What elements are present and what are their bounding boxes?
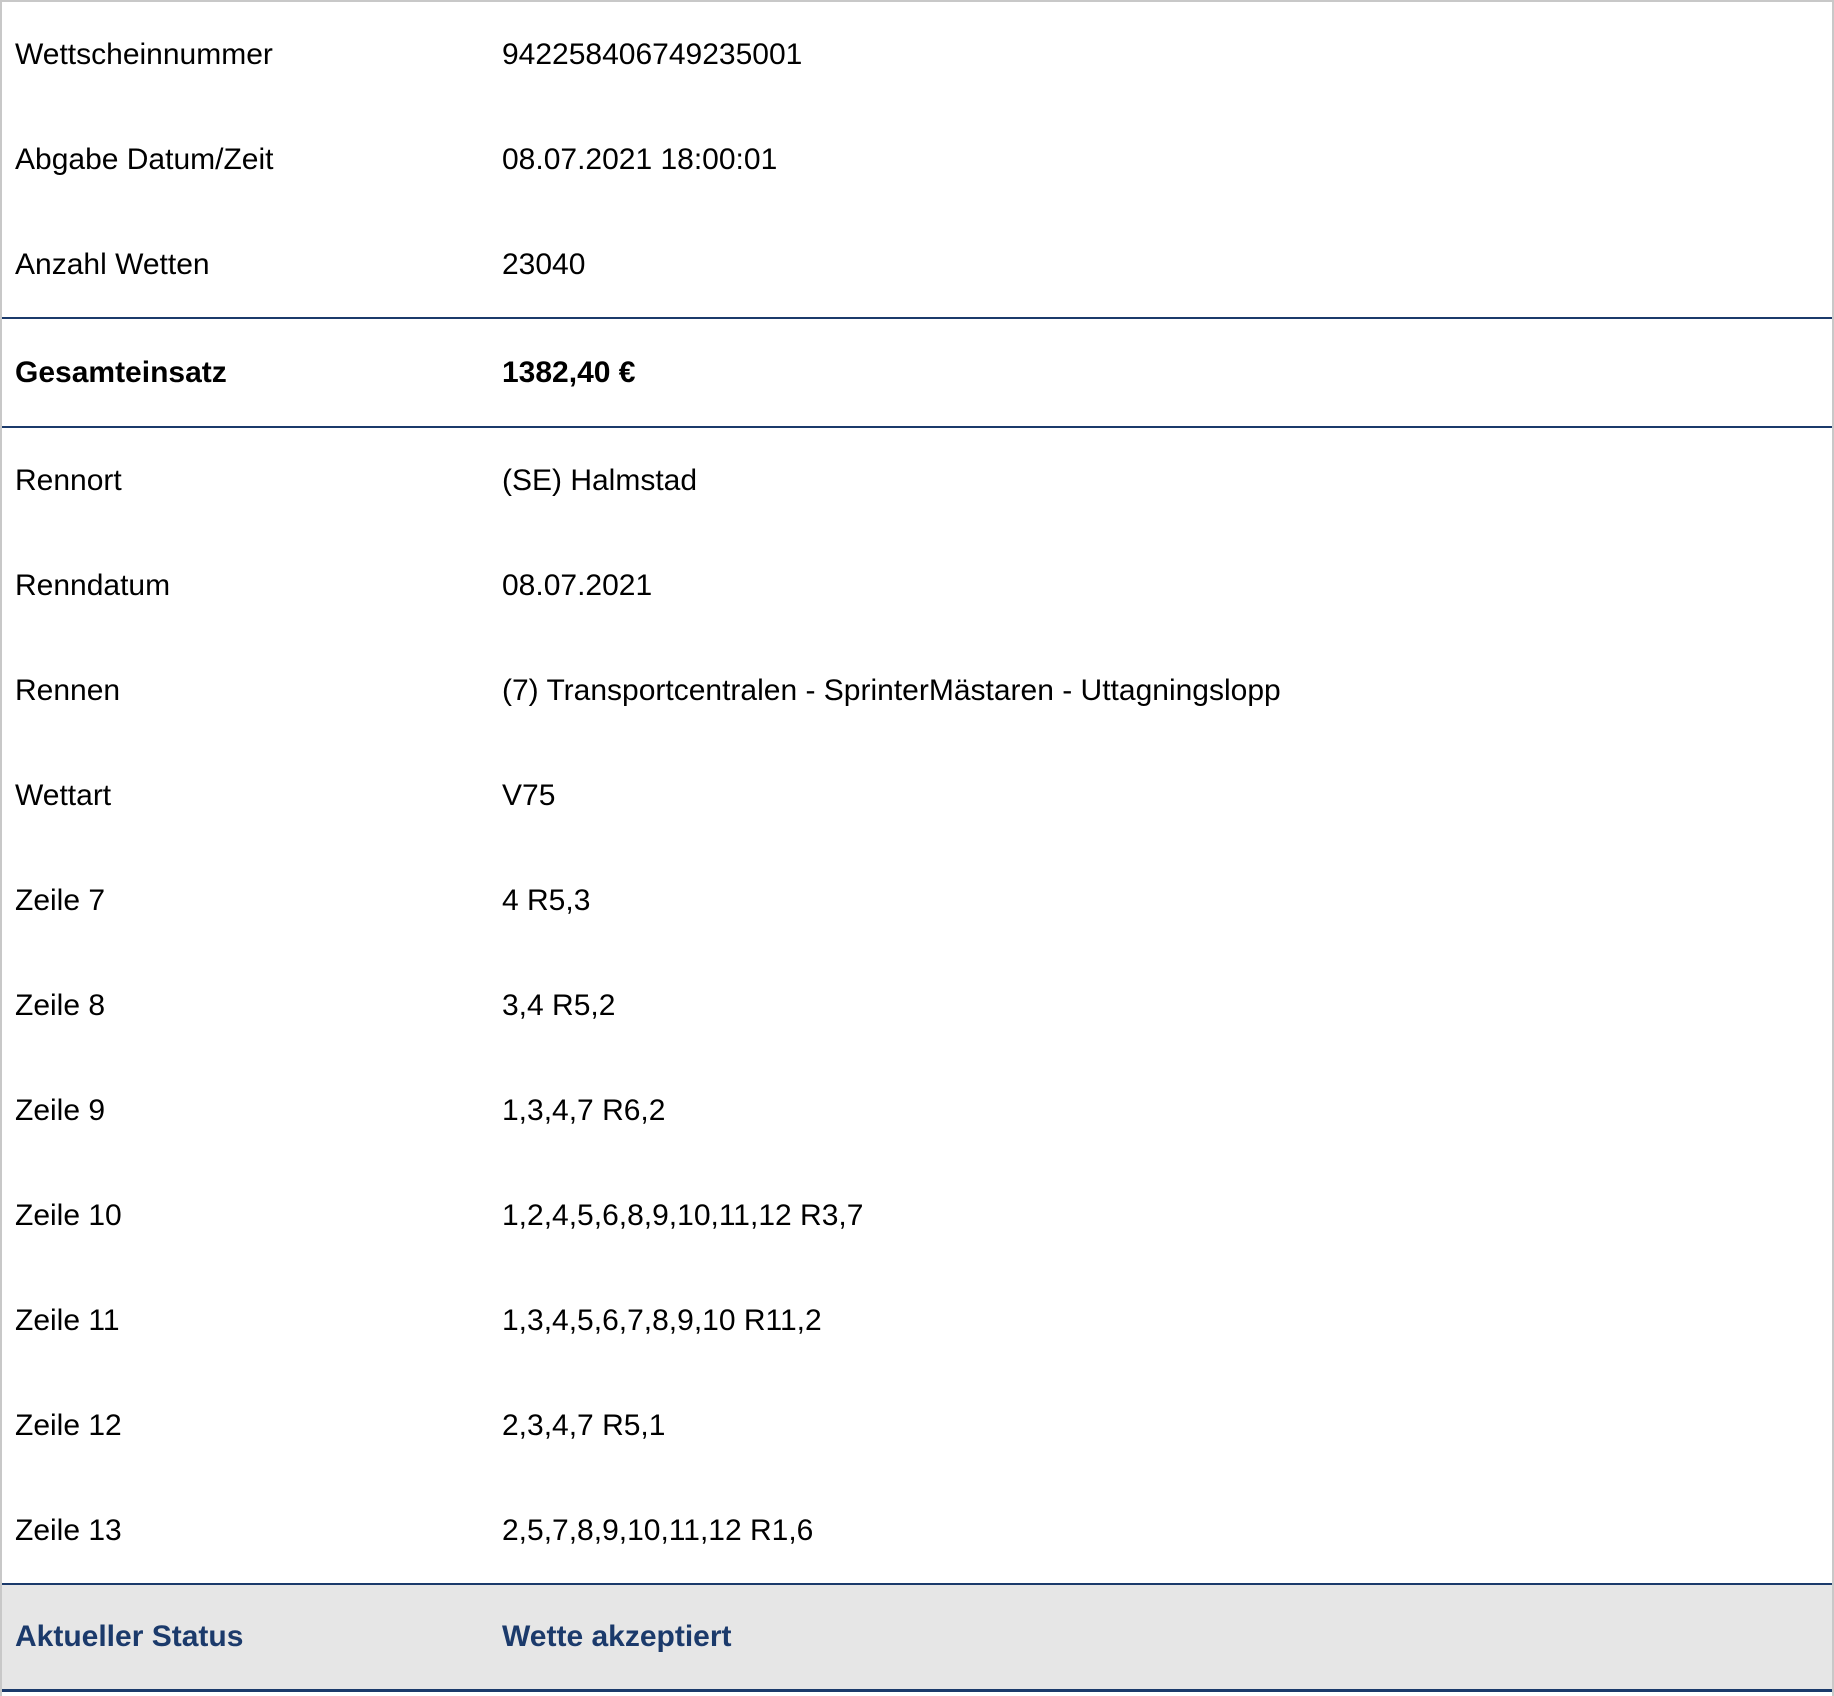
submission-datetime-value: 08.07.2021 18:00:01 xyxy=(502,142,778,176)
bet-number-label: Wettscheinnummer xyxy=(15,37,273,71)
bet-count-label: Anzahl Wetten xyxy=(15,247,210,281)
line-13-label: Zeile 13 xyxy=(15,1513,122,1547)
line-12-label: Zeile 12 xyxy=(15,1408,122,1442)
current-status-value: Wette akzeptiert xyxy=(502,1620,732,1653)
row-line-13: Zeile 13 2,5,7,8,9,10,11,12 R1,6 xyxy=(2,1478,1832,1583)
total-stake-label: Gesamteinsatz xyxy=(15,355,227,389)
row-line-9: Zeile 9 1,3,4,7 R6,2 xyxy=(2,1058,1832,1163)
row-current-status: Aktueller Status Wette akzeptiert xyxy=(2,1585,1832,1689)
row-line-8: Zeile 8 3,4 R5,2 xyxy=(2,953,1832,1058)
race-details-section: Rennort (SE) Halmstad Renndatum 08.07.20… xyxy=(2,428,1832,1583)
line-10-value: 1,2,4,5,6,8,9,10,11,12 R3,7 xyxy=(502,1198,864,1232)
race-location-label: Rennort xyxy=(15,463,122,497)
total-stake-value: 1382,40 € xyxy=(502,355,636,389)
row-line-7: Zeile 7 4 R5,3 xyxy=(2,848,1832,953)
bet-number-value: 942258406749235001 xyxy=(502,37,803,71)
row-race-location: Rennort (SE) Halmstad xyxy=(2,428,1832,533)
bet-count-value: 23040 xyxy=(502,247,586,281)
line-10-label: Zeile 10 xyxy=(15,1198,122,1232)
race-location-value: (SE) Halmstad xyxy=(502,463,698,497)
row-line-11: Zeile 11 1,3,4,5,6,7,8,9,10 R11,2 xyxy=(2,1268,1832,1373)
bet-summary-section: Wettscheinnummer 942258406749235001 Abga… xyxy=(2,2,1832,317)
line-8-value: 3,4 R5,2 xyxy=(502,988,616,1022)
row-total-stake: Gesamteinsatz 1382,40 € xyxy=(2,319,1832,426)
bet-slip-details: Wettscheinnummer 942258406749235001 Abga… xyxy=(0,0,1834,1696)
race-date-value: 08.07.2021 xyxy=(502,568,653,602)
bottom-border xyxy=(2,1689,1832,1692)
row-bet-number: Wettscheinnummer 942258406749235001 xyxy=(2,2,1832,107)
line-9-value: 1,3,4,7 R6,2 xyxy=(502,1093,666,1127)
line-12-value: 2,3,4,7 R5,1 xyxy=(502,1408,666,1442)
race-date-label: Renndatum xyxy=(15,568,171,602)
row-submission-datetime: Abgabe Datum/Zeit 08.07.2021 18:00:01 xyxy=(2,107,1832,212)
bet-type-label: Wettart xyxy=(15,778,112,812)
line-9-label: Zeile 9 xyxy=(15,1093,106,1127)
row-bet-type: Wettart V75 xyxy=(2,743,1832,848)
row-line-12: Zeile 12 2,3,4,7 R5,1 xyxy=(2,1373,1832,1478)
current-status-label: Aktueller Status xyxy=(15,1620,244,1653)
row-bet-count: Anzahl Wetten 23040 xyxy=(2,212,1832,317)
row-race-date: Renndatum 08.07.2021 xyxy=(2,533,1832,638)
race-label: Rennen xyxy=(15,673,121,707)
bet-type-value: V75 xyxy=(502,778,556,812)
row-race: Rennen (7) Transportcentralen - Sprinter… xyxy=(2,638,1832,743)
row-line-10: Zeile 10 1,2,4,5,6,8,9,10,11,12 R3,7 xyxy=(2,1163,1832,1268)
line-7-value: 4 R5,3 xyxy=(502,883,591,917)
line-13-value: 2,5,7,8,9,10,11,12 R1,6 xyxy=(502,1513,814,1547)
race-value: (7) Transportcentralen - SprinterMästare… xyxy=(502,673,1281,707)
line-11-value: 1,3,4,5,6,7,8,9,10 R11,2 xyxy=(502,1303,822,1337)
line-11-label: Zeile 11 xyxy=(15,1303,120,1337)
line-7-label: Zeile 7 xyxy=(15,883,106,917)
submission-datetime-label: Abgabe Datum/Zeit xyxy=(15,142,274,176)
line-8-label: Zeile 8 xyxy=(15,988,106,1022)
